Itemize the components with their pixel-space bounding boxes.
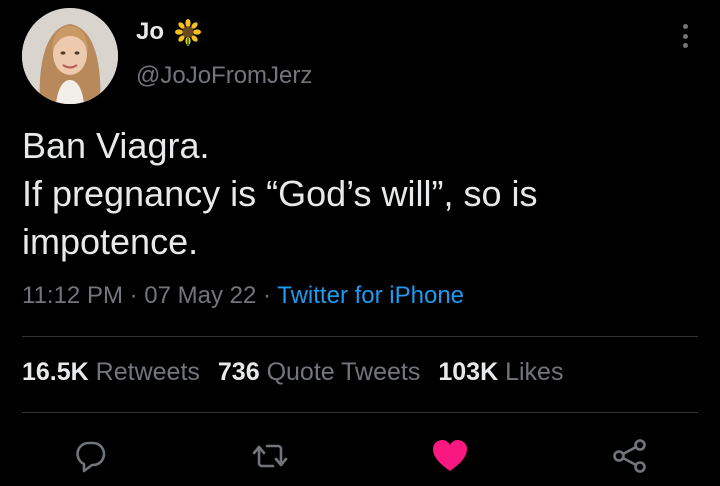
display-name[interactable]: Jo — [136, 18, 202, 46]
meta-separator: · — [256, 282, 278, 309]
sunflower-icon — [174, 18, 202, 46]
tweet-stats: 16.5K Retweets 736 Quote Tweets 103K Likes — [22, 358, 581, 387]
more-options-icon[interactable] — [674, 22, 696, 50]
retweets-stat[interactable]: 16.5K Retweets — [22, 358, 200, 386]
reply-icon — [76, 441, 106, 473]
reply-button[interactable] — [70, 436, 110, 476]
quotes-stat[interactable]: 736 Quote Tweets — [218, 358, 420, 386]
likes-count: 103K — [438, 358, 499, 386]
tweet-time[interactable]: 11:12 PM — [22, 282, 123, 309]
tweet-text: Ban Viagra. If pregnancy is “God’s will”… — [22, 122, 702, 266]
share-button[interactable] — [610, 436, 650, 476]
quotes-label: Quote Tweets — [266, 358, 421, 386]
display-name-text: Jo — [136, 18, 165, 45]
meta-separator: · — [122, 282, 145, 309]
tweet-source-link[interactable]: Twitter for iPhone — [277, 282, 464, 309]
retweets-label: Retweets — [95, 358, 200, 386]
avatar-image — [22, 8, 118, 104]
user-handle[interactable]: @JoJoFromJerz — [136, 62, 312, 90]
divider — [22, 412, 698, 413]
heart-icon — [433, 440, 467, 471]
likes-label: Likes — [505, 358, 564, 386]
like-button[interactable] — [430, 436, 470, 476]
retweet-icon — [252, 444, 288, 468]
tweet-line: impotence. — [22, 221, 199, 262]
tweet-line: If pregnancy is “God’s will”, so is — [22, 173, 538, 214]
divider — [22, 336, 698, 337]
tweet-line: Ban Viagra. — [22, 125, 210, 166]
likes-stat[interactable]: 103K Likes — [438, 358, 563, 386]
share-icon — [613, 439, 646, 473]
tweet-meta: 11:12 PM · 07 May 22 · Twitter for iPhon… — [22, 282, 464, 310]
retweet-button[interactable] — [250, 436, 290, 476]
quotes-count: 736 — [217, 358, 260, 386]
tweet-date[interactable]: 07 May 22 — [144, 282, 256, 309]
retweets-count: 16.5K — [22, 358, 89, 386]
action-bar — [0, 436, 720, 480]
avatar[interactable] — [22, 8, 118, 104]
